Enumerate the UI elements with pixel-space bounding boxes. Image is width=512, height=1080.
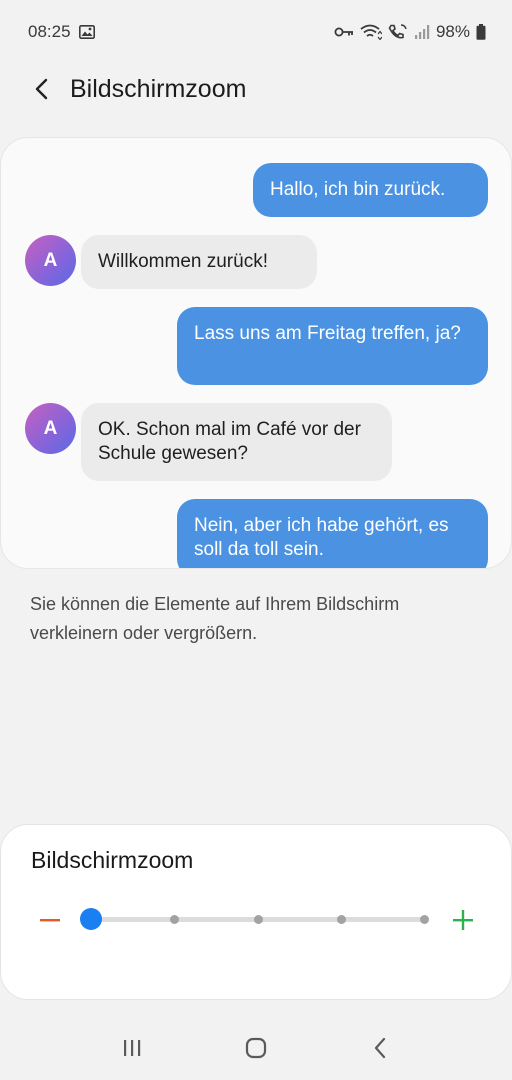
battery-icon [476, 24, 486, 40]
recent-apps-button[interactable] [110, 1026, 154, 1070]
zoom-description: Sie können die Elemente auf Ihrem Bildsc… [30, 594, 400, 643]
page-title: Bildschirmzoom [70, 74, 247, 103]
message-bubble-outgoing: Hallo, ich bin zurück. [253, 163, 488, 217]
minus-icon [40, 919, 60, 922]
nav-back-button[interactable] [358, 1026, 402, 1070]
plus-icon [453, 910, 473, 930]
zoom-out-button[interactable] [33, 903, 67, 937]
zoom-control-title: Bildschirmzoom [31, 847, 194, 873]
navigation-bar [0, 1016, 512, 1080]
message-bubble-outgoing: Lass uns am Freitag treffen, ja? [177, 307, 488, 385]
slider-thumb[interactable] [80, 908, 102, 930]
app-bar: Bildschirmzoom [0, 64, 512, 114]
status-left: 08:25 [28, 22, 95, 42]
zoom-preview-card: Hallo, ich bin zurück. A Willkommen zurü… [0, 137, 512, 569]
avatar-letter: A [43, 417, 58, 439]
wifi-icon [360, 24, 382, 40]
slider-step-dot[interactable] [336, 915, 346, 924]
back-icon [374, 1037, 386, 1059]
clock: 08:25 [28, 22, 71, 41]
back-button[interactable] [22, 69, 62, 109]
recent-apps-icon [124, 1040, 141, 1056]
volte-call-icon [388, 24, 408, 40]
image-icon [78, 25, 95, 39]
message-bubble-incoming: Willkommen zurück! [81, 235, 317, 289]
home-button[interactable] [234, 1026, 278, 1070]
message-bubble-outgoing: Nein, aber ich habe gehört, es soll da t… [177, 499, 488, 568]
slider-step-dot[interactable] [420, 915, 429, 924]
zoom-slider[interactable] [80, 908, 429, 930]
home-icon [245, 1037, 267, 1059]
back-arrow-icon [35, 78, 48, 100]
avatar: A [25, 403, 76, 454]
vpn-key-icon [334, 26, 354, 38]
battery-percent: 98% [435, 22, 470, 41]
status-right: 98% [334, 22, 486, 42]
avatar-letter: A [43, 249, 58, 271]
zoom-in-button[interactable] [446, 903, 480, 937]
zoom-control-card: Bildschirmzoom [0, 824, 512, 1000]
avatar: A [25, 235, 76, 286]
signal-icon [414, 25, 430, 39]
slider-step-dot[interactable] [170, 915, 180, 924]
slider-step-dot[interactable] [253, 915, 263, 924]
message-bubble-incoming: OK. Schon mal im Café vor der Schule gew… [81, 403, 392, 481]
status-bar: 08:25 98% [0, 0, 512, 64]
